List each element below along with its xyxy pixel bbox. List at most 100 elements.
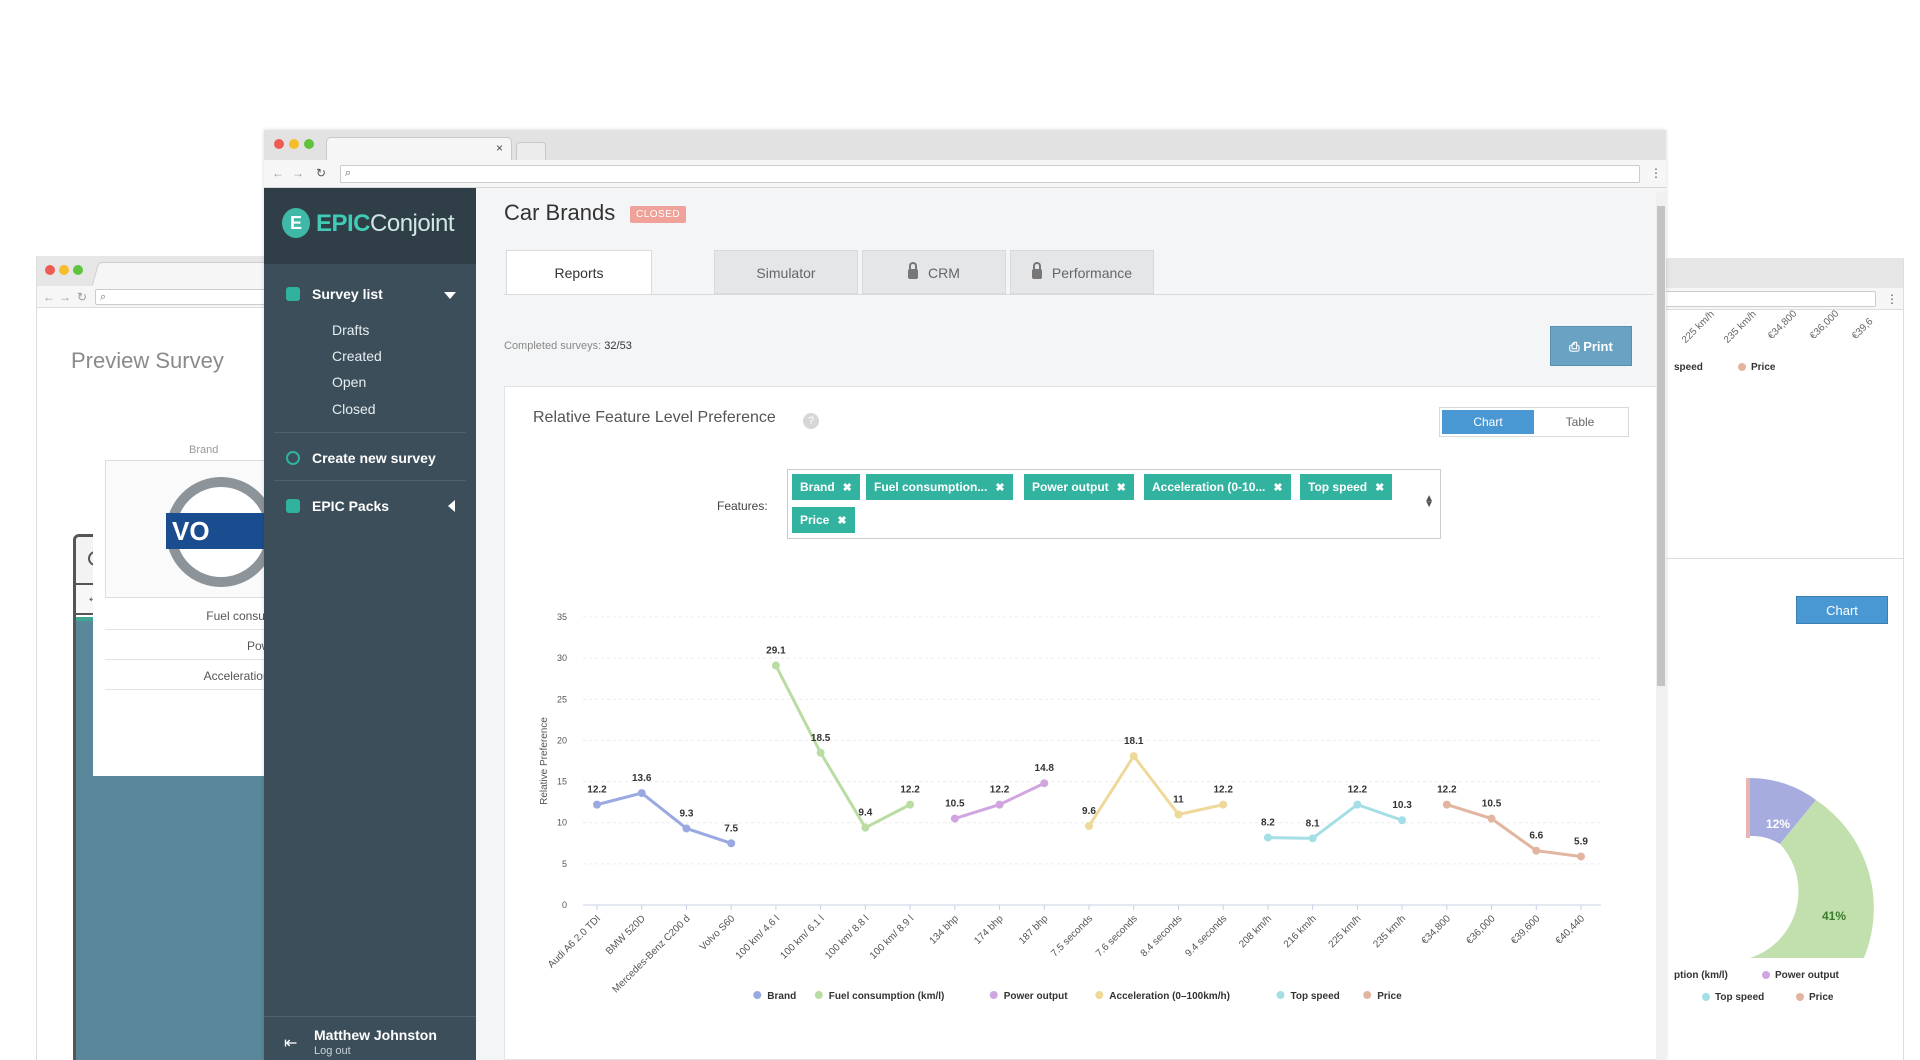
feature-chip[interactable]: Power output ✖	[1024, 474, 1134, 500]
data-point	[593, 800, 601, 809]
sidebar-item-open[interactable]: Open	[332, 374, 366, 390]
series-line	[1087, 754, 1224, 827]
brand-logo[interactable]: E EPICConjoint	[264, 188, 476, 264]
close-tab-icon[interactable]: ×	[496, 141, 503, 155]
sidebar-item-epic-packs[interactable]: EPIC Packs	[286, 498, 389, 514]
remove-chip-icon[interactable]: ✖	[1273, 482, 1282, 494]
minimize-dot-icon[interactable]	[289, 139, 299, 149]
series-line	[596, 791, 732, 845]
print-button[interactable]: ⎙ Print	[1550, 326, 1632, 366]
scrollbar-thumb[interactable]	[1657, 206, 1665, 686]
back-arrow-icon[interactable]: ←	[43, 289, 55, 305]
chart-toggle-button[interactable]: Chart	[1796, 596, 1888, 624]
feature-chip[interactable]: Top speed ✖	[1300, 474, 1393, 500]
forward-arrow-icon[interactable]: →	[292, 165, 304, 181]
dropdown-arrows-icon[interactable]: ▲ ▼	[1424, 494, 1434, 510]
data-point	[1487, 814, 1496, 823]
help-icon[interactable]: ?	[803, 413, 819, 429]
axis-tick-label: €34,800	[1766, 308, 1800, 342]
feature-chip[interactable]: Fuel consumption... ✖	[866, 474, 1013, 500]
sidebar-item-create-survey[interactable]: Create new survey	[286, 450, 436, 466]
axis-tick-label: €36,000	[1808, 308, 1842, 342]
minimize-dot-icon[interactable]	[59, 265, 69, 275]
y-axis-label: Relative Preference	[539, 717, 550, 805]
data-label: 29.1	[766, 646, 786, 657]
back-arrow-icon[interactable]: ←	[272, 165, 284, 181]
feature-chip[interactable]: Acceleration (0-10... ✖	[1144, 474, 1291, 500]
new-tab-button[interactable]	[516, 142, 546, 160]
donut-chart: 12% 41%	[1746, 778, 1874, 958]
sidebar-item-closed[interactable]: Closed	[332, 401, 376, 417]
remove-chip-icon[interactable]: ✖	[843, 482, 852, 494]
chevron-left-icon[interactable]	[448, 500, 455, 512]
menu-dots-icon[interactable]: ⋮	[1650, 165, 1662, 181]
address-input[interactable]: ⌕	[95, 289, 276, 305]
feature-chip[interactable]: Brand ✖	[792, 474, 860, 500]
address-input[interactable]	[1660, 291, 1876, 307]
volvo-logo-image[interactable]: VO	[105, 460, 276, 598]
legend-label: Power output	[1004, 991, 1069, 1002]
tab-simulator[interactable]: Simulator	[714, 250, 858, 294]
table-toggle-button[interactable]: Table	[1534, 410, 1626, 434]
remove-chip-icon[interactable]: ✖	[837, 515, 846, 527]
features-multiselect[interactable]: Brand ✖ Fuel consumption... ✖ Power output…	[787, 469, 1441, 539]
reload-icon[interactable]: ↻	[77, 289, 87, 305]
donut-slice-pink	[1746, 778, 1750, 838]
data-point	[906, 800, 915, 809]
browser-tab[interactable]: ×	[326, 137, 512, 161]
tab-bar	[1660, 258, 1903, 288]
data-point	[1040, 779, 1049, 788]
page-title: Car Brands	[504, 200, 616, 225]
chart-toggle-button[interactable]: Chart	[1442, 410, 1534, 434]
maximize-dot-icon[interactable]	[73, 265, 83, 275]
completed-surveys: Completed surveys: 32/53	[504, 340, 632, 352]
attribute-row: Power out	[105, 632, 276, 660]
main-browser-window: × ← → ↻ ⌕ ⋮ E EPICConjoint Survey list D…	[264, 130, 1666, 1060]
tab-reports[interactable]: Reports	[506, 250, 652, 294]
menu-dots-icon[interactable]: ⋮	[1886, 291, 1898, 307]
axis-tick-label: 225 km/h	[1680, 308, 1717, 346]
lock-icon	[1031, 262, 1042, 279]
data-point	[637, 789, 646, 798]
legend-item: ption (km/l)	[1674, 970, 1728, 981]
sidebar-item-drafts[interactable]: Drafts	[332, 322, 369, 338]
x-tick-label: €39,600	[1509, 913, 1543, 947]
remove-chip-icon[interactable]: ✖	[1117, 482, 1126, 494]
address-input[interactable]: ⌕	[340, 165, 1640, 183]
reload-icon[interactable]: ↻	[316, 165, 326, 181]
forward-arrow-icon[interactable]: →	[59, 289, 71, 305]
printer-icon: ⎙	[1569, 339, 1584, 354]
remove-chip-icon[interactable]: ✖	[995, 482, 1004, 494]
tab-crm[interactable]: CRM	[862, 250, 1006, 294]
data-point	[950, 814, 959, 823]
x-tick-label: 7.6 seconds	[1094, 913, 1140, 959]
close-dot-icon[interactable]	[274, 139, 284, 149]
user-account[interactable]: ⇤ Matthew Johnston Log out	[264, 1016, 476, 1060]
series-line	[1446, 803, 1582, 858]
divider	[274, 432, 466, 433]
divider	[1660, 558, 1903, 559]
background-browser-left: ← → ↻ ⌕ Preview Survey ← → ↻ Brand VO Fu…	[36, 256, 276, 1060]
x-tick-label: €36,000	[1464, 913, 1498, 947]
browser-tab[interactable]	[91, 262, 276, 286]
brand-name: EPICConjoint	[316, 210, 455, 237]
logout-link[interactable]: Log out	[314, 1045, 351, 1057]
sidebar-item-created[interactable]: Created	[332, 348, 382, 364]
attribute-row: Acceleration (0-10	[105, 662, 276, 690]
x-tick-label: 216 km/h	[1282, 913, 1319, 950]
feature-chip[interactable]: Price ✖	[792, 507, 855, 533]
line-chart: 0 5 10 15 20 25 30 35 Relative Preference Audi A6…	[539, 612, 1601, 1002]
sidebar-item-survey-list[interactable]: Survey list	[286, 286, 383, 302]
y-tick-label: 25	[557, 694, 567, 704]
close-dot-icon[interactable]	[45, 265, 55, 275]
x-tick-label: €40,440	[1554, 913, 1588, 947]
logout-icon[interactable]: ⇤	[284, 1033, 297, 1053]
data-label: 10.3	[1392, 800, 1412, 811]
tab-performance[interactable]: Performance	[1010, 250, 1154, 294]
sidebar: E EPICConjoint Survey list Drafts Create…	[264, 188, 476, 1060]
maximize-dot-icon[interactable]	[304, 139, 314, 149]
data-label: 18.5	[811, 733, 831, 744]
remove-chip-icon[interactable]: ✖	[1375, 482, 1384, 494]
data-label: 12.2	[1437, 785, 1457, 796]
chevron-down-icon[interactable]	[444, 292, 456, 299]
